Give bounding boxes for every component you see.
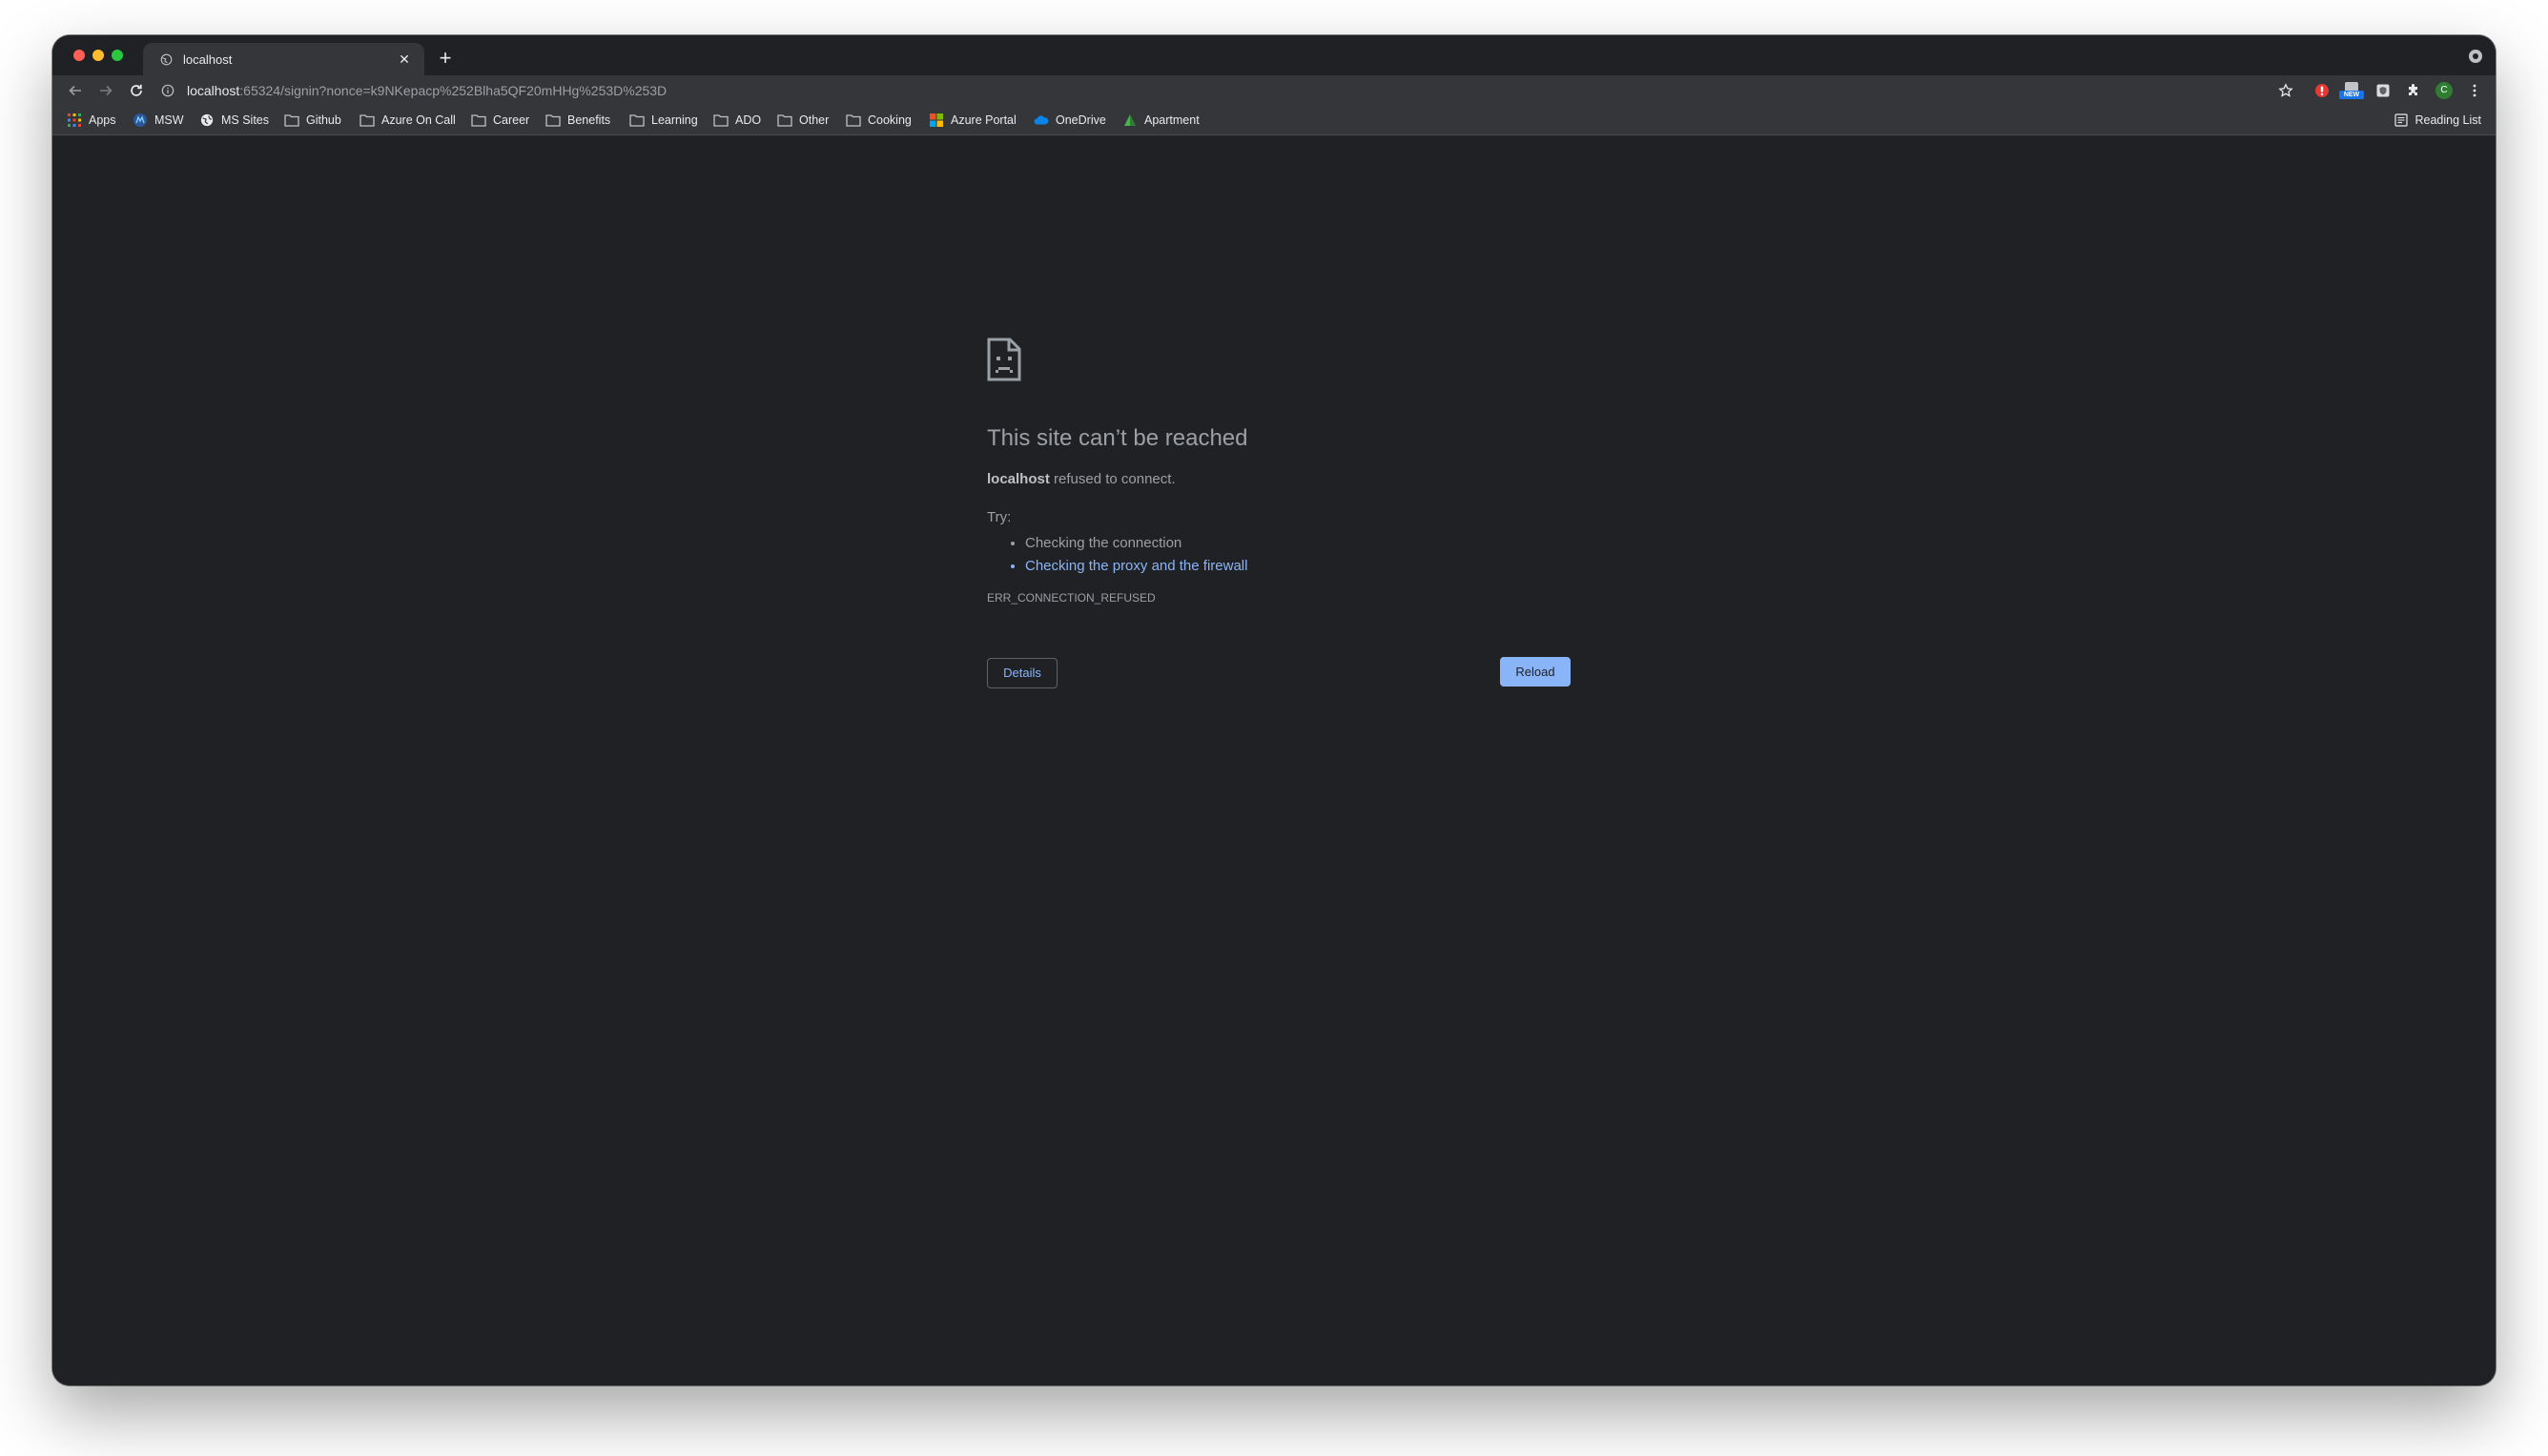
bookmark-label: Cooking [868, 113, 912, 127]
bookmark-label: ADO [735, 113, 762, 127]
bookmark-label: Apps [89, 113, 116, 127]
bookmark-other[interactable]: Other [777, 113, 829, 128]
bookmark-label: Career [493, 113, 530, 127]
bookmark-ms-sites[interactable]: MS Sites [199, 113, 269, 128]
error-code: ERR_CONNECTION_REFUSED [987, 591, 1156, 605]
error-host: localhost [987, 471, 1050, 487]
tab-strip: localhost ✕ + [52, 35, 2496, 75]
bookmark-label: Learning [651, 113, 698, 127]
apps-grid-icon [67, 113, 82, 128]
bookmark-azure-portal[interactable]: Azure Portal [929, 113, 1017, 128]
url-text: localhost:65324/signin?nonce=k9NKepacp%2… [187, 83, 667, 98]
folder-icon [545, 113, 561, 128]
menu-icon[interactable] [2465, 81, 2484, 100]
new-badge-text: NEW [2343, 92, 2360, 98]
bookmark-label: Azure On Call [381, 113, 456, 127]
bookmark-career[interactable]: Career [471, 113, 529, 128]
folder-icon [629, 113, 645, 128]
new-tab-button[interactable]: + [434, 47, 457, 70]
url-host: localhost [187, 83, 240, 98]
folder-icon [360, 113, 375, 128]
bookmark-learning[interactable]: Learning [629, 113, 698, 128]
reload-icon[interactable] [127, 81, 146, 100]
folder-icon [471, 113, 486, 128]
minimize-window-button[interactable] [92, 50, 104, 61]
folder-icon [713, 113, 729, 128]
reading-list-icon [2394, 113, 2409, 128]
bookmark-label: Azure Portal [951, 113, 1017, 127]
reading-list-label: Reading List [2414, 113, 2482, 127]
details-button[interactable]: Details [987, 658, 1058, 688]
back-icon[interactable] [66, 81, 85, 100]
url-path: :65324/signin?nonce=k9NKepacp%252Blha5QF… [239, 83, 668, 98]
info-icon[interactable] [160, 83, 175, 98]
star-icon[interactable] [2276, 81, 2295, 100]
avatar-letter: C [2435, 82, 2453, 99]
reading-list[interactable]: Reading List [2394, 113, 2482, 128]
browser-window: localhost ✕ + localhost:65324/signin?non… [52, 35, 2496, 1385]
error-message: localhost refused to connect. [987, 471, 1176, 487]
apartment-icon [1122, 113, 1138, 128]
suggestion-check-proxy-link[interactable]: Checking the proxy and the firewall [1025, 555, 1247, 578]
bookmark-label: Github [306, 113, 341, 127]
bookmark-msw[interactable]: MSW [133, 113, 184, 128]
bookmark-cooking[interactable]: Cooking [846, 113, 912, 128]
try-label: Try: [987, 509, 1012, 525]
bookmark-label: MS Sites [221, 113, 270, 127]
extension-shield-icon[interactable] [2373, 81, 2393, 100]
suggestion-check-connection: Checking the connection [1025, 532, 1247, 555]
bookmark-label: MSW [154, 113, 184, 127]
address-bar[interactable]: localhost:65324/signin?nonce=k9NKepacp%2… [160, 77, 2248, 104]
bookmark-github[interactable]: Github [284, 113, 341, 128]
tab-localhost[interactable]: localhost ✕ [143, 43, 424, 75]
error-message-text: refused to connect. [1049, 471, 1176, 487]
forward-icon[interactable] [96, 81, 115, 100]
tab-search-icon[interactable] [2469, 50, 2482, 63]
bookmarks-bar: Apps MSW MS Sites Github Azure On Call C… [52, 106, 2496, 135]
globe-icon [199, 113, 215, 128]
puzzle-icon[interactable] [2404, 81, 2423, 100]
cloud-icon [1034, 113, 1049, 128]
page-content: This site can’t be reached localhost ref… [52, 135, 2496, 1385]
bookmark-label: OneDrive [1056, 113, 1106, 127]
bookmark-label: Benefits [567, 113, 611, 127]
tab-title: localhost [183, 51, 233, 67]
bookmark-azure-on-call[interactable]: Azure On Call [360, 113, 456, 128]
bookmark-apartment[interactable]: Apartment [1122, 113, 1200, 128]
bookmark-label: Other [799, 113, 830, 127]
profile-avatar[interactable]: C [2435, 81, 2454, 100]
bookmark-apps[interactable]: Apps [67, 113, 116, 128]
close-window-button[interactable] [73, 50, 85, 61]
reload-button[interactable]: Reload [1500, 657, 1571, 687]
folder-icon [777, 113, 792, 128]
sad-page-icon [987, 338, 1021, 381]
bookmark-ado[interactable]: ADO [713, 113, 761, 128]
folder-icon [846, 113, 861, 128]
msw-icon [133, 113, 148, 128]
bookmark-label: Apartment [1144, 113, 1200, 127]
extension-red-icon[interactable] [2312, 81, 2332, 100]
extension-new-icon[interactable]: NEW [2339, 81, 2364, 100]
microsoft-logo-icon [929, 113, 944, 128]
toolbar: localhost:65324/signin?nonce=k9NKepacp%2… [52, 75, 2496, 106]
suggestion-list: Checking the connection Checking the pro… [987, 532, 1247, 578]
globe-icon [158, 51, 174, 67]
folder-icon [284, 113, 299, 128]
bookmark-benefits[interactable]: Benefits [545, 113, 610, 128]
bookmark-onedrive[interactable]: OneDrive [1034, 113, 1106, 128]
error-title: This site can’t be reached [987, 425, 1248, 451]
tab-close-icon[interactable]: ✕ [396, 51, 413, 68]
maximize-window-button[interactable] [112, 50, 123, 61]
